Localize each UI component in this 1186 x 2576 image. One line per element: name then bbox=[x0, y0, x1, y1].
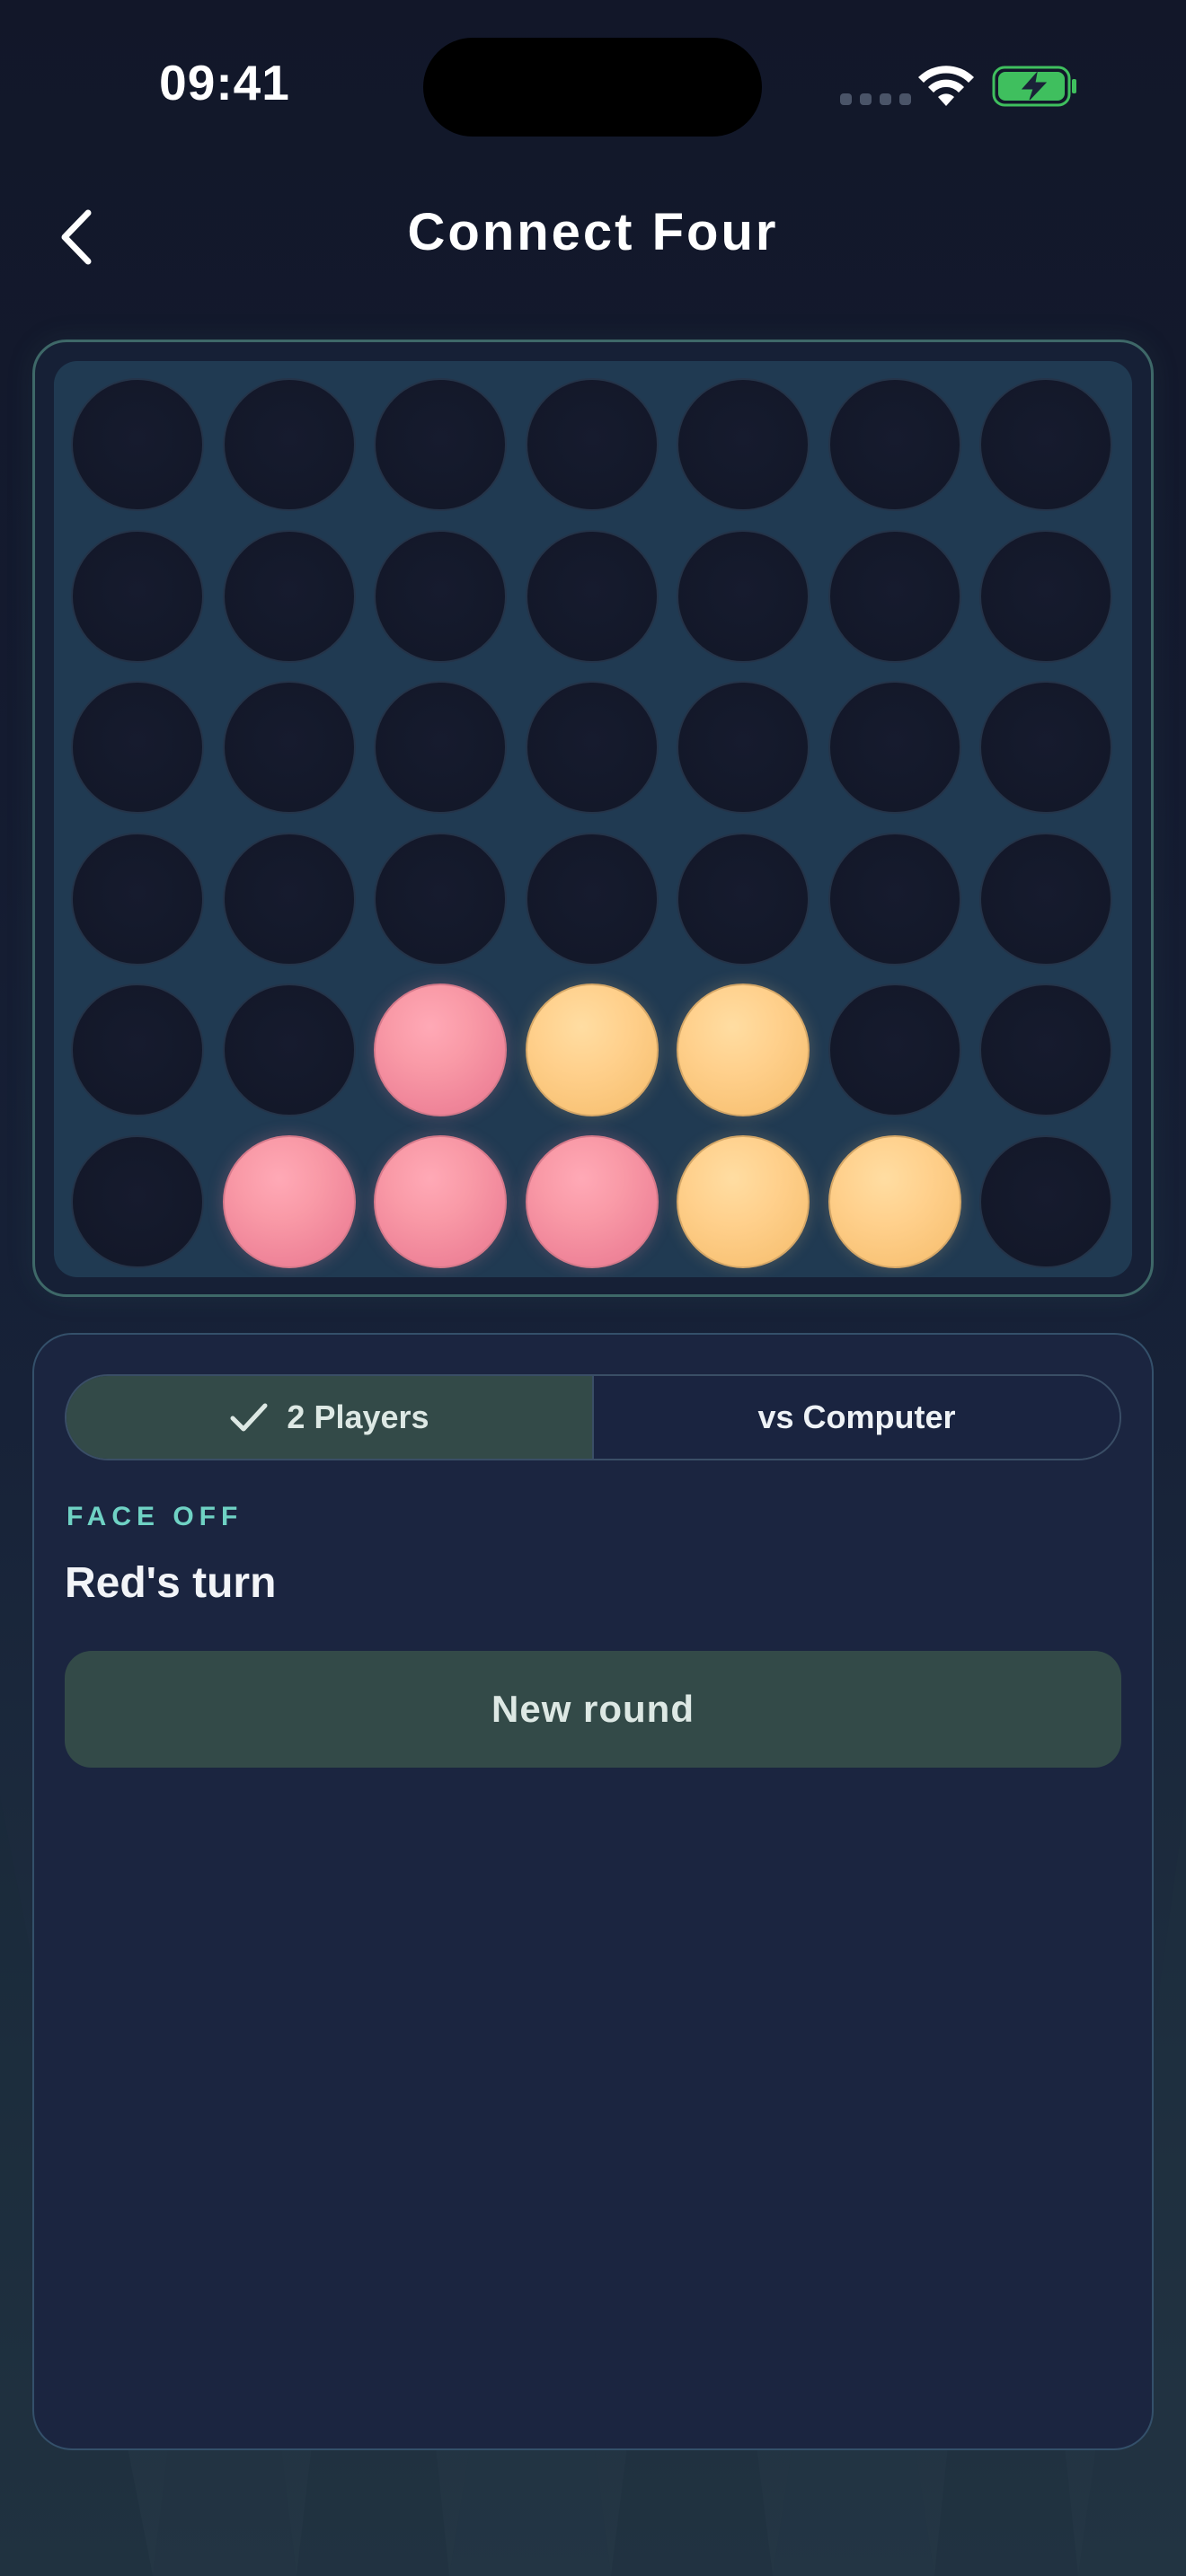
board-slot-empty[interactable] bbox=[222, 984, 356, 1116]
new-round-button[interactable]: New round bbox=[65, 1651, 1121, 1768]
board-slot-empty[interactable] bbox=[71, 529, 204, 663]
board-slot-empty[interactable] bbox=[677, 681, 810, 814]
board-slot-empty[interactable] bbox=[828, 378, 961, 511]
board-slot-empty[interactable] bbox=[979, 378, 1112, 511]
turn-indicator: Red's turn bbox=[65, 1559, 277, 1607]
mode-selector: 2 Players vs Computer bbox=[65, 1374, 1121, 1460]
battery-charging-icon bbox=[992, 66, 1076, 107]
board-slot-empty[interactable] bbox=[677, 529, 810, 663]
board-slot-empty[interactable] bbox=[979, 832, 1112, 966]
board-slot-empty[interactable] bbox=[979, 1134, 1112, 1268]
checkmark-icon bbox=[230, 1403, 268, 1432]
mode-option-vs-computer[interactable]: vs Computer bbox=[592, 1376, 1120, 1459]
status-eyebrow: FACE OFF bbox=[66, 1502, 243, 1531]
board-slot-empty[interactable] bbox=[525, 832, 659, 966]
board-slot-empty[interactable] bbox=[828, 832, 961, 966]
status-time: 09:41 bbox=[159, 55, 290, 110]
board-slot-empty[interactable] bbox=[525, 529, 659, 663]
chevron-left-icon bbox=[61, 209, 92, 265]
dynamic-island bbox=[423, 38, 762, 137]
board-slot-empty[interactable] bbox=[374, 378, 507, 511]
board-slot-empty[interactable] bbox=[828, 529, 961, 663]
status-bar: 09:41 bbox=[0, 0, 1186, 171]
mode-option-2-players[interactable]: 2 Players bbox=[66, 1376, 592, 1459]
board-slot-empty[interactable] bbox=[71, 984, 204, 1116]
board-slot-empty[interactable] bbox=[222, 529, 356, 663]
board-slot-empty[interactable] bbox=[222, 681, 356, 814]
board-slot-empty[interactable] bbox=[374, 832, 507, 966]
game-piece-yellow[interactable] bbox=[677, 1134, 810, 1268]
back-button[interactable] bbox=[50, 205, 101, 269]
board-slot-empty[interactable] bbox=[979, 681, 1112, 814]
board-slot-empty[interactable] bbox=[71, 832, 204, 966]
board-slot-empty[interactable] bbox=[71, 378, 204, 511]
game-piece-red[interactable] bbox=[525, 1134, 659, 1268]
board-slot-empty[interactable] bbox=[374, 529, 507, 663]
board-slot-empty[interactable] bbox=[222, 832, 356, 966]
mode-option-label: 2 Players bbox=[287, 1398, 429, 1435]
game-piece-red[interactable] bbox=[374, 984, 507, 1116]
board-slot-empty[interactable] bbox=[374, 681, 507, 814]
game-piece-red[interactable] bbox=[374, 1134, 507, 1268]
wifi-icon bbox=[918, 66, 974, 106]
board-slot-empty[interactable] bbox=[677, 378, 810, 511]
board-slot-empty[interactable] bbox=[979, 984, 1112, 1116]
board-slot-empty[interactable] bbox=[828, 681, 961, 814]
board-slot-empty[interactable] bbox=[525, 681, 659, 814]
board-slot-empty[interactable] bbox=[222, 378, 356, 511]
board-slot-empty[interactable] bbox=[828, 984, 961, 1116]
mode-option-label: vs Computer bbox=[757, 1398, 956, 1435]
board-slot-empty[interactable] bbox=[979, 529, 1112, 663]
game-piece-yellow[interactable] bbox=[828, 1134, 961, 1268]
game-board bbox=[54, 361, 1132, 1277]
board-slot-empty[interactable] bbox=[71, 681, 204, 814]
board-slot-empty[interactable] bbox=[525, 378, 659, 511]
cellular-signal-icon bbox=[840, 93, 911, 105]
game-piece-yellow[interactable] bbox=[525, 984, 659, 1116]
page-title: Connect Four bbox=[407, 203, 779, 261]
board-slot-empty[interactable] bbox=[71, 1134, 204, 1268]
game-piece-yellow[interactable] bbox=[677, 984, 810, 1116]
board-slot-empty[interactable] bbox=[677, 832, 810, 966]
game-piece-red[interactable] bbox=[222, 1134, 356, 1268]
control-panel bbox=[32, 1333, 1154, 2450]
